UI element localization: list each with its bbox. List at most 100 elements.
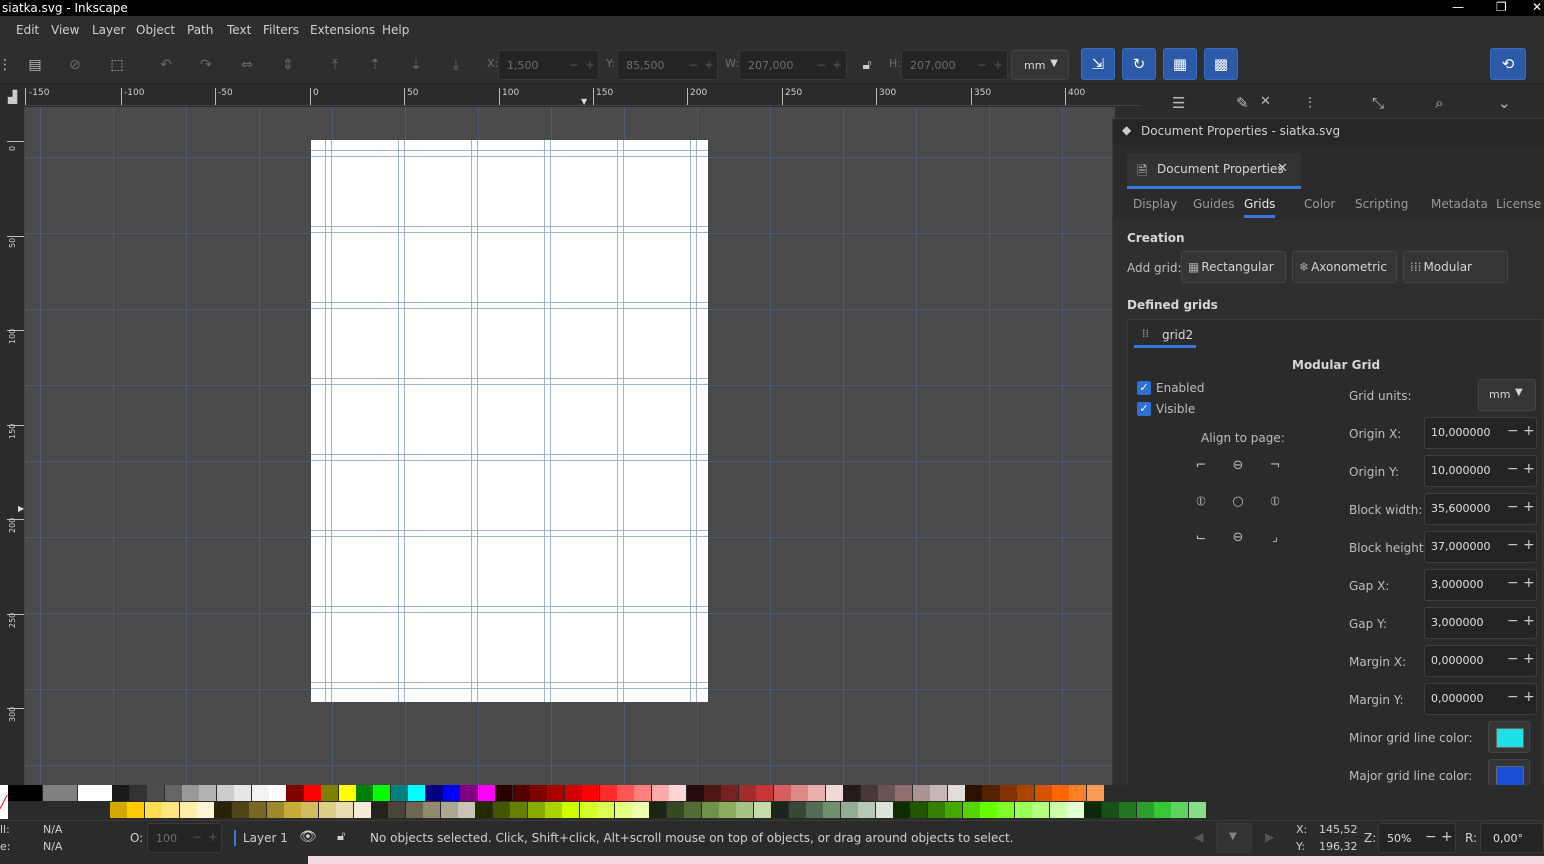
plus-icon[interactable]: +: [1523, 613, 1535, 629]
search-icon[interactable]: ⌕: [1435, 94, 1443, 112]
minus-icon[interactable]: −: [1507, 537, 1519, 553]
minimize-button[interactable]: —: [1452, 0, 1464, 14]
palette-swatch[interactable]: [895, 785, 913, 801]
palette-swatch[interactable]: [669, 785, 687, 801]
palette-swatch[interactable]: [791, 785, 808, 801]
palette-swatch[interactable]: [318, 802, 336, 818]
menu-view[interactable]: View: [51, 23, 79, 37]
minus-icon[interactable]: −: [1507, 613, 1519, 629]
gap-x-field[interactable]: 3,000000 − +: [1424, 569, 1537, 601]
palette-swatch[interactable]: [179, 802, 197, 818]
palette-swatch[interactable]: [945, 802, 963, 818]
chevron-right-icon[interactable]: ▶: [1265, 830, 1274, 844]
document-page[interactable]: [311, 140, 708, 702]
palette-swatch[interactable]: [684, 802, 702, 818]
align-bottom-right-icon[interactable]: ⌟: [1267, 530, 1283, 546]
palette-swatch[interactable]: [42, 785, 60, 801]
add-axonometric-grid-button[interactable]: ❄ Axonometric: [1292, 251, 1397, 283]
minus-icon[interactable]: −: [1507, 689, 1519, 705]
grid-units-select[interactable]: mm ▼: [1478, 379, 1536, 411]
palette-swatch[interactable]: [405, 802, 423, 818]
transform-gradients-button[interactable]: ▦: [1163, 48, 1197, 80]
palette-swatch[interactable]: [458, 802, 475, 818]
lower-to-bottom-icon[interactable]: ⤓: [445, 54, 467, 76]
scale-corners-button[interactable]: ↻: [1122, 48, 1156, 80]
plus-icon[interactable]: +: [832, 58, 842, 72]
palette-swatch[interactable]: [597, 802, 615, 818]
close-icon[interactable]: ✕: [1277, 161, 1288, 176]
tab-grids[interactable]: Grids: [1244, 197, 1276, 218]
palette-swatch[interactable]: [475, 802, 493, 818]
minus-icon[interactable]: −: [688, 58, 698, 72]
palette-swatch[interactable]: [269, 785, 286, 801]
palette-swatch[interactable]: [736, 802, 754, 818]
current-layer-selector[interactable]: Layer 1: [243, 831, 288, 845]
plus-icon[interactable]: +: [1523, 537, 1535, 553]
palette-swatch[interactable]: [356, 785, 373, 801]
palette-swatch[interactable]: [982, 785, 1000, 801]
palette-swatch[interactable]: [1032, 802, 1050, 818]
align-top-right-icon[interactable]: ¬: [1267, 458, 1283, 474]
tab-color[interactable]: Color: [1304, 197, 1335, 211]
palette-swatch[interactable]: [408, 785, 426, 801]
palette-swatch[interactable]: [930, 785, 948, 801]
align-middle-right-icon[interactable]: ⦶: [1267, 494, 1283, 510]
palette-swatch[interactable]: [965, 785, 982, 801]
minus-icon[interactable]: −: [1507, 461, 1519, 477]
plus-icon[interactable]: +: [993, 58, 1003, 72]
palette-swatch[interactable]: [266, 802, 284, 818]
transform-patterns-button[interactable]: ▩: [1204, 48, 1238, 80]
palette-swatch[interactable]: [164, 785, 182, 801]
palette-swatch[interactable]: [371, 802, 388, 818]
palette-swatch[interactable]: [1052, 785, 1069, 801]
rotate-field[interactable]: 0,00°: [1480, 823, 1544, 853]
tab-license[interactable]: License: [1496, 197, 1541, 211]
palette-swatch[interactable]: [582, 785, 600, 801]
palette-swatch[interactable]: [808, 785, 826, 801]
lock-ratio-icon[interactable]: 🔓︎: [856, 54, 878, 76]
palette-swatch[interactable]: [599, 785, 617, 801]
chevron-down-icon[interactable]: ⌄: [1498, 94, 1511, 112]
palette-swatch[interactable]: [388, 802, 406, 818]
palette-swatch[interactable]: [738, 785, 756, 801]
palette-swatch[interactable]: [666, 802, 684, 818]
align-bottom-center-icon[interactable]: ⊖: [1230, 530, 1246, 546]
palette-swatch[interactable]: [336, 802, 354, 818]
palette-swatch[interactable]: [632, 802, 649, 818]
raise-to-top-icon[interactable]: ⤒: [324, 54, 346, 76]
vertical-ruler[interactable]: 0 50 100 150 200 250 300 ▶: [4, 106, 25, 786]
palette-swatch[interactable]: [423, 802, 441, 818]
palette-swatch[interactable]: [771, 802, 789, 818]
palette-swatch[interactable]: [806, 802, 823, 818]
menu-extensions[interactable]: Extensions: [310, 23, 375, 37]
document-properties-icon[interactable]: ✎: [1236, 94, 1249, 112]
palette-swatch[interactable]: [1101, 802, 1119, 818]
raise-icon[interactable]: ⇡: [364, 54, 386, 76]
fill-value[interactable]: N/A: [43, 823, 62, 836]
palette-swatch[interactable]: [530, 785, 547, 801]
palette-swatch[interactable]: [617, 785, 634, 801]
menu-edit[interactable]: Edit: [16, 23, 39, 37]
palette-swatch[interactable]: [373, 785, 391, 801]
plus-icon[interactable]: +: [1523, 499, 1535, 515]
palette-swatch[interactable]: [144, 802, 162, 818]
enabled-checkbox[interactable]: ✓: [1137, 381, 1151, 395]
menu-help[interactable]: Help: [382, 23, 409, 37]
minus-icon[interactable]: −: [816, 58, 826, 72]
tab-guides[interactable]: Guides: [1193, 197, 1235, 211]
palette-swatch[interactable]: [773, 785, 791, 801]
palette-swatch[interactable]: [216, 785, 234, 801]
palette-swatch[interactable]: [614, 802, 632, 818]
palette-swatch[interactable]: [25, 785, 43, 801]
palette-swatch[interactable]: [823, 802, 841, 818]
flip-vertical-icon[interactable]: ⇕: [277, 54, 299, 76]
minus-icon[interactable]: −: [569, 58, 579, 72]
restore-button[interactable]: ❐: [1496, 0, 1507, 14]
block-height-field[interactable]: 37,000000 − +: [1424, 531, 1537, 563]
layers-icon[interactable]: ☰: [1172, 94, 1185, 112]
horizontal-ruler[interactable]: -150 -100 -50 0 50 100 150 200 250 300 3…: [25, 88, 1140, 106]
palette-swatch[interactable]: [947, 785, 965, 801]
palette-swatch[interactable]: [649, 802, 667, 818]
page-select[interactable]: ▼: [1216, 823, 1252, 853]
palette-swatch[interactable]: [1119, 802, 1137, 818]
